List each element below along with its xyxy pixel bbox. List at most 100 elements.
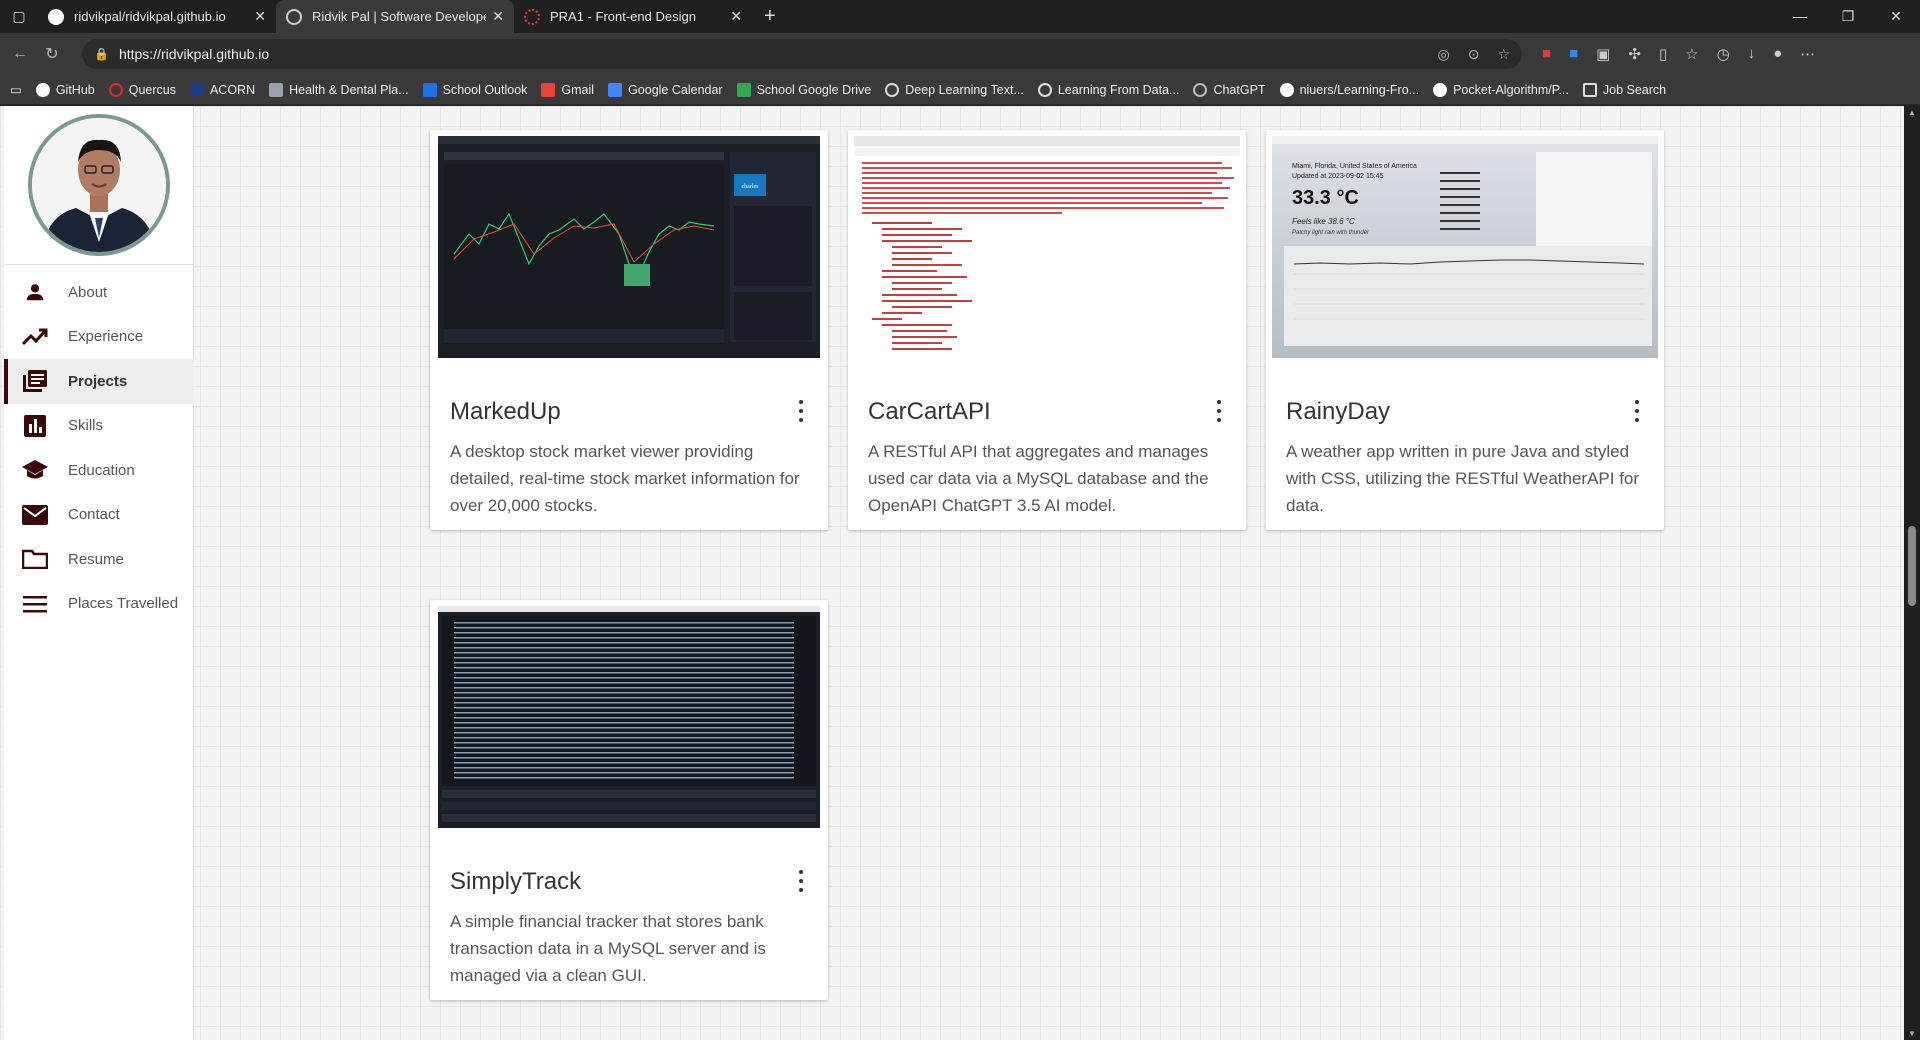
project-description: A simple financial tracker that stores b… bbox=[450, 912, 766, 985]
tab-title: Ridvik Pal | Software Developer bbox=[312, 9, 487, 24]
folder-icon bbox=[20, 548, 50, 570]
bookmarks-bar: ▭ GitHub Quercus ACORN Health & Dental P… bbox=[0, 75, 1920, 105]
rainyday-feels-text: Feels like 38.6 °C bbox=[1292, 217, 1355, 226]
downloads-icon[interactable]: ↓ bbox=[1748, 45, 1756, 63]
bookmark-job-search[interactable]: Job Search bbox=[1582, 82, 1666, 97]
sidebar-item-label: Places Travelled bbox=[68, 595, 179, 613]
split-screen-icon[interactable]: ▯ bbox=[1659, 45, 1667, 63]
globe-icon bbox=[286, 8, 302, 25]
close-window-button[interactable]: ✕ bbox=[1872, 8, 1920, 25]
sidebar-item-experience[interactable]: Experience bbox=[4, 315, 194, 360]
read-aloud-icon[interactable]: ⊙ bbox=[1468, 46, 1480, 63]
tab-bar: ▢ ridvikpal/ridvikpal.github.io ✕ Ridvik… bbox=[0, 0, 1920, 33]
bookmark-gmail[interactable]: Gmail bbox=[541, 82, 594, 97]
back-button[interactable]: ← bbox=[4, 45, 36, 63]
address-bar[interactable]: 🔒 https://ridvikpal.github.io ◎ ⊙ ☆ bbox=[82, 39, 1522, 69]
minimize-button[interactable]: — bbox=[1776, 8, 1824, 25]
sidebar-item-resume[interactable]: Resume bbox=[4, 537, 194, 582]
sidebar-item-label: Contact bbox=[68, 506, 120, 524]
trending-up-icon bbox=[20, 326, 50, 348]
tab-actions-button[interactable]: ▢ bbox=[0, 0, 38, 33]
page-viewport: About Experience Projects Skills Educati… bbox=[0, 106, 1904, 1040]
extension-icon[interactable]: ▣ bbox=[1596, 45, 1610, 63]
close-icon[interactable]: ✕ bbox=[254, 8, 266, 25]
bookmark-outlook[interactable]: School Outlook bbox=[422, 82, 527, 97]
more-vert-icon[interactable] bbox=[1216, 400, 1222, 422]
restore-button[interactable]: ❐ bbox=[1824, 8, 1872, 25]
scrollbar-thumb[interactable] bbox=[1908, 526, 1916, 606]
extension-icon[interactable]: ■ bbox=[1542, 45, 1551, 63]
bookmark-acorn[interactable]: ACORN bbox=[189, 82, 255, 97]
tab-title: PRA1 - Front-end Design bbox=[550, 9, 696, 24]
browser-toolbar: ← ↻ 🔒 https://ridvikpal.github.io ◎ ⊙ ☆ … bbox=[0, 33, 1920, 75]
sidebar-item-about[interactable]: About bbox=[4, 270, 194, 315]
window-controls: — ❐ ✕ bbox=[1776, 8, 1920, 25]
bookmark-health[interactable]: Health & Dental Pla... bbox=[269, 82, 409, 97]
avatar bbox=[28, 114, 170, 256]
close-icon[interactable]: ✕ bbox=[492, 8, 504, 25]
extensions-area: ■ ■ ▣ ✣ ▯ ☆ ◷ ↓ ● ⋯ bbox=[1542, 45, 1815, 63]
bookmark-niuers[interactable]: niuers/Learning-Fro... bbox=[1279, 82, 1419, 97]
bookmark-deep-learning[interactable]: Deep Learning Text... bbox=[885, 82, 1024, 97]
tab-pra1[interactable]: PRA1 - Front-end Design ✕ bbox=[514, 0, 752, 33]
person-icon bbox=[20, 281, 50, 303]
favorite-star-icon[interactable]: ☆ bbox=[1497, 46, 1510, 63]
globe-icon bbox=[885, 82, 900, 97]
reading-list-icon[interactable]: ▭ bbox=[10, 82, 22, 97]
site-info-icon[interactable]: 🔒 bbox=[94, 47, 109, 61]
reload-button[interactable]: ↻ bbox=[36, 44, 68, 64]
bar-chart-icon bbox=[20, 414, 50, 437]
more-vert-icon[interactable] bbox=[1634, 400, 1640, 422]
project-card-carcartapi: CarCartAPI A RESTful API that aggregates… bbox=[848, 130, 1246, 530]
history-icon[interactable]: ◷ bbox=[1717, 45, 1730, 63]
sidebar-item-label: Experience bbox=[68, 328, 144, 346]
bookmark-github[interactable]: GitHub bbox=[35, 82, 95, 97]
bookmark-chatgpt[interactable]: ChatGPT bbox=[1193, 82, 1266, 97]
project-screenshot bbox=[852, 134, 1242, 362]
drive-icon bbox=[736, 82, 751, 97]
rainyday-location-text: Miami, Florida, United States of America bbox=[1292, 163, 1417, 170]
favorites-icon[interactable]: ☆ bbox=[1685, 45, 1698, 63]
more-vert-icon[interactable] bbox=[798, 870, 804, 892]
settings-more-icon[interactable]: ⋯ bbox=[1800, 45, 1815, 63]
profile-avatar[interactable]: ● bbox=[1773, 45, 1782, 63]
sidebar-item-label: Projects bbox=[68, 372, 128, 390]
health-icon bbox=[269, 82, 284, 97]
calendar-icon bbox=[608, 82, 623, 97]
github-icon bbox=[48, 8, 64, 25]
sidebar-item-places-travelled[interactable]: Places Travelled bbox=[4, 582, 194, 627]
extensions-puzzle-icon[interactable]: ✣ bbox=[1628, 45, 1641, 63]
tracking-prevention-icon[interactable]: ◎ bbox=[1437, 46, 1449, 63]
project-screenshot: Miami, Florida, United States of America… bbox=[1270, 134, 1660, 362]
project-description: A weather app written in pure Java and s… bbox=[1286, 442, 1640, 515]
bookmark-pocket-algorithm[interactable]: Pocket-Algorithm/P... bbox=[1433, 82, 1569, 97]
library-books-icon bbox=[20, 370, 50, 393]
tab-github[interactable]: ridvikpal/ridvikpal.github.io ✕ bbox=[38, 0, 276, 33]
new-tab-button[interactable]: + bbox=[752, 5, 788, 28]
project-screenshot: charles bbox=[434, 134, 824, 362]
tab-portfolio[interactable]: Ridvik Pal | Software Developer ✕ bbox=[276, 0, 514, 33]
sidebar-item-projects[interactable]: Projects bbox=[4, 359, 194, 404]
sidebar-item-education[interactable]: Education bbox=[4, 448, 194, 493]
project-card-simplytrack: SimplyTrack A simple financial tracker t… bbox=[430, 600, 828, 1000]
project-title: SimplyTrack bbox=[450, 868, 582, 895]
github-icon bbox=[1433, 82, 1448, 97]
url-text: https://ridvikpal.github.io bbox=[118, 46, 270, 62]
scroll-down-arrow-icon[interactable]: ▼ bbox=[1904, 1029, 1920, 1038]
bookmark-quercus[interactable]: Quercus bbox=[108, 82, 176, 97]
sidebar-nav: About Experience Projects Skills Educati… bbox=[4, 270, 194, 626]
close-icon[interactable]: ✕ bbox=[730, 8, 742, 25]
bookmark-drive[interactable]: School Google Drive bbox=[736, 82, 871, 97]
github-icon bbox=[35, 82, 50, 97]
scroll-up-arrow-icon[interactable]: ▲ bbox=[1904, 108, 1920, 117]
bookmark-calendar[interactable]: Google Calendar bbox=[608, 82, 723, 97]
rainyday-cond-text: Patchy light rain with thunder bbox=[1292, 230, 1370, 236]
more-vert-icon[interactable] bbox=[798, 400, 804, 422]
sidebar-item-skills[interactable]: Skills bbox=[4, 404, 194, 449]
bookmark-learning-from-data[interactable]: Learning From Data... bbox=[1037, 82, 1179, 97]
sidebar-item-contact[interactable]: Contact bbox=[4, 493, 194, 538]
sidebar-item-label: Skills bbox=[68, 417, 104, 435]
page-scrollbar[interactable]: ▲ ▼ bbox=[1904, 106, 1920, 1040]
project-title: CarCartAPI bbox=[868, 398, 991, 425]
bitwarden-icon[interactable]: ■ bbox=[1569, 45, 1578, 63]
